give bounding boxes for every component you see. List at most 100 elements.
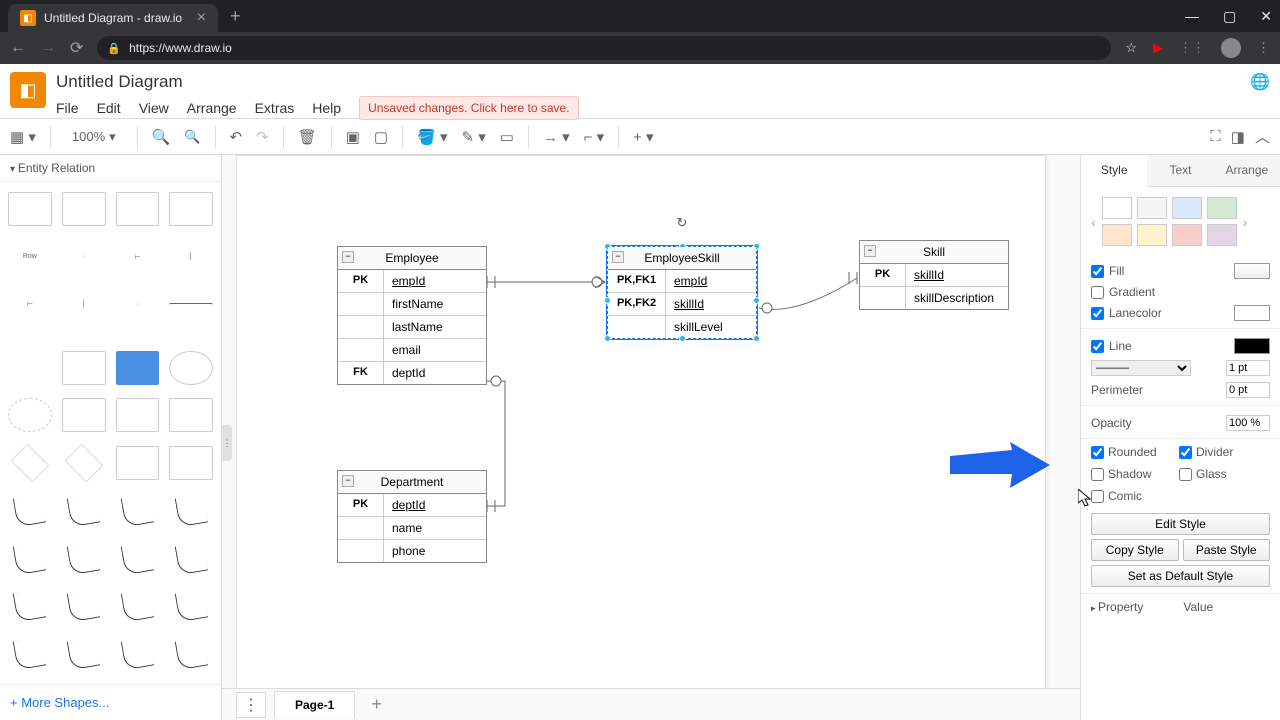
bookmark-icon[interactable]: ☆	[1125, 40, 1137, 56]
entity-title[interactable]: Skill	[860, 241, 1008, 264]
shape-thumbnail[interactable]	[169, 541, 213, 575]
redo-icon[interactable]: ↷	[256, 128, 269, 146]
resize-handle[interactable]	[604, 335, 611, 342]
shape-thumbnail[interactable]	[8, 351, 52, 385]
sidebar-section-header[interactable]: Entity Relation	[0, 155, 221, 182]
tab-text[interactable]: Text	[1147, 155, 1213, 186]
connection-icon[interactable]: → ▾	[543, 128, 570, 146]
edit-style-button[interactable]: Edit Style	[1091, 513, 1270, 535]
shape-thumbnail[interactable]	[169, 446, 213, 480]
property-header[interactable]: Property	[1091, 600, 1143, 614]
entity-employeeskill[interactable]: ↻ ◆ EmployeeSkill PK,FK1empId PK,FK2skil…	[607, 246, 757, 339]
shape-thumbnail[interactable]	[8, 398, 52, 432]
shape-thumbnail[interactable]	[62, 636, 106, 670]
menu-arrange[interactable]: Arrange	[187, 100, 237, 116]
menu-edit[interactable]: Edit	[97, 100, 121, 116]
to-back-icon[interactable]: ▢	[374, 128, 388, 146]
forward-button[interactable]: →	[40, 39, 56, 57]
shape-thumbnail[interactable]: │	[62, 287, 106, 321]
document-title[interactable]: Untitled Diagram	[56, 72, 579, 92]
shape-thumbnail[interactable]	[116, 494, 160, 528]
menu-help[interactable]: Help	[312, 100, 341, 116]
color-swatch[interactable]	[1102, 197, 1132, 219]
shape-thumbnail[interactable]	[169, 589, 213, 623]
shape-thumbnail[interactable]	[169, 636, 213, 670]
browser-menu-icon[interactable]: ⋮	[1257, 40, 1270, 56]
perimeter-input[interactable]	[1226, 382, 1270, 398]
shape-thumbnail[interactable]	[62, 192, 106, 226]
shape-thumbnail[interactable]	[116, 589, 160, 623]
resize-handle[interactable]	[604, 297, 611, 304]
to-front-icon[interactable]: ▣	[346, 128, 360, 146]
copy-style-button[interactable]: Copy Style	[1091, 539, 1179, 561]
maximize-icon[interactable]: ▢	[1223, 8, 1236, 25]
lanecolor-button[interactable]	[1234, 305, 1270, 321]
shape-thumbnail[interactable]: Row	[8, 240, 52, 274]
palette-prev-icon[interactable]: ‹	[1091, 214, 1096, 230]
line-width-input[interactable]	[1226, 360, 1270, 376]
shape-thumbnail[interactable]: ·	[116, 287, 160, 321]
opacity-input[interactable]	[1226, 415, 1270, 431]
close-window-icon[interactable]: ✕	[1260, 8, 1272, 25]
shape-thumbnail[interactable]	[8, 589, 52, 623]
address-bar[interactable]: 🔒 https://www.draw.io	[97, 36, 1111, 60]
minimize-icon[interactable]: —	[1185, 8, 1199, 25]
insert-icon[interactable]: + ▾	[633, 128, 653, 146]
resize-handle[interactable]	[679, 335, 686, 342]
menu-extras[interactable]: Extras	[255, 100, 295, 116]
shape-thumbnail[interactable]: │	[169, 240, 213, 274]
color-swatch[interactable]	[1137, 224, 1167, 246]
format-panel-icon[interactable]: ◨	[1231, 126, 1245, 147]
color-swatch[interactable]	[1172, 224, 1202, 246]
shape-thumbnail[interactable]	[169, 494, 213, 528]
app-logo[interactable]: ◧	[10, 72, 46, 108]
entity-title[interactable]: Employee	[338, 247, 486, 270]
shape-thumbnail[interactable]	[116, 192, 160, 226]
page-tab[interactable]: Page-1	[274, 691, 355, 718]
shape-thumbnail[interactable]	[8, 541, 52, 575]
resize-handle[interactable]	[753, 297, 760, 304]
shape-thumbnail[interactable]	[62, 351, 106, 385]
menu-view[interactable]: View	[139, 100, 169, 116]
resize-handle[interactable]	[753, 335, 760, 342]
shape-thumbnail[interactable]	[62, 541, 106, 575]
more-shapes-button[interactable]: + More Shapes...	[0, 684, 221, 720]
back-button[interactable]: ←	[10, 39, 26, 57]
shape-thumbnail[interactable]	[169, 351, 213, 385]
shape-thumbnail[interactable]: ⊢	[116, 240, 160, 274]
glass-checkbox[interactable]: Glass	[1179, 467, 1259, 481]
palette-next-icon[interactable]: ›	[1243, 214, 1248, 230]
shape-thumbnail[interactable]	[116, 446, 160, 480]
color-swatch[interactable]	[1172, 197, 1202, 219]
shape-thumbnail[interactable]	[62, 398, 106, 432]
shape-thumbnail[interactable]	[169, 303, 213, 337]
shape-thumbnail[interactable]	[62, 494, 106, 528]
line-color-button[interactable]	[1234, 338, 1270, 354]
sidebar-collapse-handle[interactable]: ⋮	[222, 425, 232, 461]
line-color-icon[interactable]: ✎ ▾	[461, 128, 485, 146]
fill-color-icon[interactable]: 🪣 ▾	[417, 128, 447, 146]
delete-icon[interactable]: 🗑	[298, 128, 317, 146]
add-page-button[interactable]: +	[363, 694, 390, 715]
shape-thumbnail[interactable]	[64, 444, 102, 482]
browser-tab[interactable]: ◧ Untitled Diagram - draw.io ×	[8, 4, 218, 32]
shape-thumbnail[interactable]	[116, 541, 160, 575]
color-swatch[interactable]	[1207, 197, 1237, 219]
profile-avatar[interactable]	[1221, 38, 1241, 58]
close-tab-icon[interactable]: ×	[197, 9, 206, 27]
shape-thumbnail[interactable]	[8, 494, 52, 528]
shape-thumbnail[interactable]	[62, 589, 106, 623]
shape-thumbnail[interactable]	[116, 351, 160, 385]
entity-skill[interactable]: Skill PKskillId skillDescription	[859, 240, 1009, 310]
collapse-icon[interactable]: ︿	[1255, 126, 1270, 147]
menu-file[interactable]: File	[56, 100, 79, 116]
canvas[interactable]: ⋮ Employee PKempId	[222, 155, 1080, 720]
line-style-select[interactable]: ———	[1091, 360, 1191, 376]
undo-icon[interactable]: ↶	[230, 128, 243, 146]
shape-thumbnail[interactable]	[169, 398, 213, 432]
color-swatch[interactable]	[1102, 224, 1132, 246]
entity-title[interactable]: EmployeeSkill	[608, 247, 756, 270]
new-tab-button[interactable]: +	[230, 6, 241, 27]
fill-color-button[interactable]	[1234, 263, 1270, 279]
entity-title[interactable]: Department	[338, 471, 486, 494]
